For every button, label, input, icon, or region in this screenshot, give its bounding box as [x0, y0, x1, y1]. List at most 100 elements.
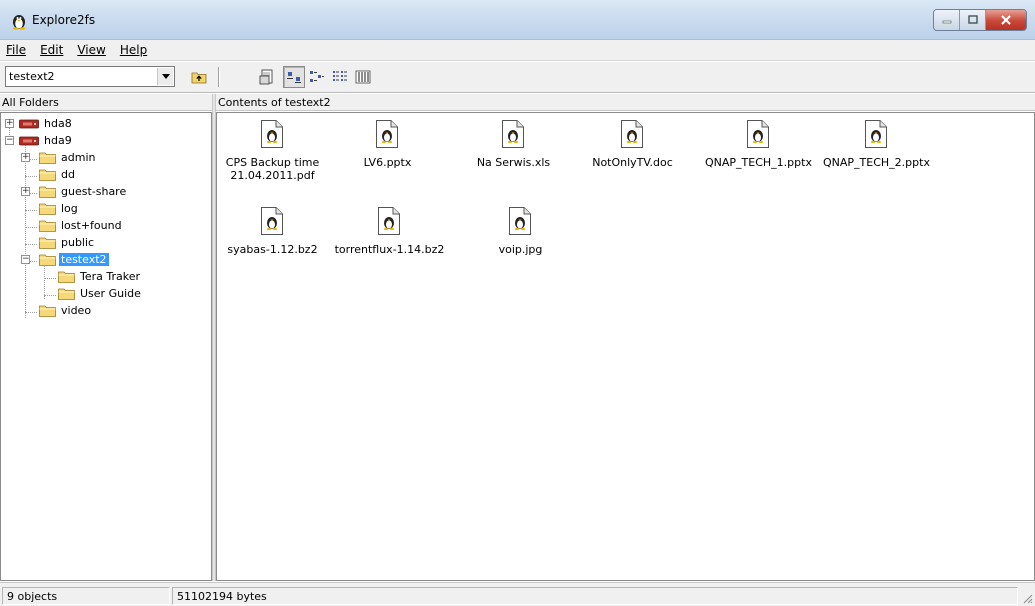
linux-penguin-file-icon — [865, 120, 887, 148]
linux-penguin-file-icon — [378, 207, 400, 235]
open-folder-icon — [39, 254, 56, 266]
tree-item-label: hda9 — [44, 134, 72, 147]
menu-view[interactable]: View — [77, 43, 105, 57]
path-combobox-value: testext2 — [9, 70, 55, 83]
folder-icon — [39, 152, 56, 164]
disk-icon — [19, 136, 39, 145]
up-folder-button[interactable] — [188, 66, 210, 88]
small-icons-view-icon — [310, 71, 324, 82]
file-item[interactable]: syabas-1.12.bz2 — [217, 203, 330, 287]
linux-penguin-file-icon — [261, 207, 283, 235]
tree-item-user-guide[interactable]: User Guide — [40, 285, 143, 302]
tree-item-label: admin — [61, 151, 96, 164]
tree-item-testext2[interactable]: − testext2 — [21, 251, 110, 268]
properties-icon — [259, 69, 273, 85]
file-item[interactable]: QNAP_TECH_1.pptx — [701, 116, 816, 200]
close-button[interactable] — [986, 10, 1026, 30]
tree-item-lost-found[interactable]: lost+found — [21, 217, 124, 234]
tree-item-label: Tera Traker — [80, 270, 141, 283]
resize-grip-icon[interactable] — [1021, 592, 1033, 604]
linux-penguin-file-icon — [509, 207, 531, 235]
tree-item-hda9[interactable]: − hda9 — [5, 132, 74, 149]
large-icons-view-icon — [287, 72, 301, 83]
toolbar-separator — [218, 67, 220, 87]
tree-item-tera-traker[interactable]: Tera Traker — [40, 268, 142, 285]
folders-pane-header: All Folders — [0, 94, 212, 111]
title-bar[interactable]: Explore2fs — [0, 0, 1035, 40]
file-name: voip.jpg — [498, 243, 543, 256]
tree-item-label: User Guide — [80, 287, 141, 300]
folder-icon — [39, 220, 56, 232]
folder-icon — [39, 237, 56, 249]
tree-item-label: guest-share — [61, 185, 127, 198]
object-count: 9 objects — [2, 587, 170, 605]
menu-file[interactable]: File — [6, 43, 26, 57]
tree-item-label: log — [61, 202, 78, 215]
disk-icon — [19, 119, 39, 128]
linux-penguin-file-icon — [621, 120, 643, 148]
large-icons-view-button[interactable] — [283, 66, 305, 88]
collapse-icon[interactable]: − — [5, 136, 14, 145]
combo-dropdown-button[interactable] — [157, 68, 173, 85]
linux-penguin-file-icon — [747, 120, 769, 148]
folder-icon — [39, 169, 56, 181]
tree-item-video[interactable]: video — [21, 302, 93, 319]
folder-icon — [58, 271, 75, 283]
file-name: QNAP_TECH_2.pptx — [823, 156, 930, 169]
folder-icon — [39, 305, 56, 317]
folder-tree[interactable]: + hda8 − hda9 + admin dd + guest-share l… — [0, 112, 212, 581]
collapse-icon[interactable]: − — [21, 255, 30, 264]
tree-item-log[interactable]: log — [21, 200, 80, 217]
tree-item-label: testext2 — [58, 252, 110, 267]
minimize-button[interactable] — [934, 10, 960, 30]
linux-penguin-file-icon — [261, 120, 283, 148]
expand-icon[interactable]: + — [5, 119, 14, 128]
details-view-button[interactable] — [352, 66, 374, 88]
tree-item-admin[interactable]: + admin — [21, 149, 97, 166]
tree-item-hda8[interactable]: + hda8 — [5, 115, 74, 132]
contents-pane-header: Contents of testext2 — [216, 94, 1035, 111]
tree-item-dd[interactable]: dd — [21, 166, 77, 183]
tree-item-label: video — [61, 304, 92, 317]
folder-icon — [58, 288, 75, 300]
window-controls — [933, 9, 1027, 31]
tree-item-label: hda8 — [44, 117, 72, 130]
folder-icon — [39, 186, 56, 198]
expand-icon[interactable]: + — [21, 153, 30, 162]
toolbar: testext2 — [0, 62, 1035, 93]
chevron-down-icon — [161, 74, 170, 79]
menu-edit[interactable]: Edit — [40, 43, 63, 57]
tree-item-public[interactable]: public — [21, 234, 96, 251]
file-item[interactable]: torrentflux-1.14.bz2 — [332, 203, 447, 287]
file-item[interactable]: CPS Backup time 21.04.2011.pdf — [217, 116, 330, 200]
status-bar: 9 objects 51102194 bytes — [0, 582, 1035, 606]
file-list[interactable]: CPS Backup time 21.04.2011.pdf LV6.pptx … — [216, 112, 1035, 581]
file-item[interactable]: QNAP_TECH_2.pptx — [819, 116, 934, 200]
list-view-icon — [333, 71, 347, 81]
total-bytes: 51102194 bytes — [172, 587, 1018, 605]
file-name: torrentflux-1.14.bz2 — [334, 243, 445, 256]
small-icons-view-button[interactable] — [306, 66, 328, 88]
properties-button[interactable] — [256, 66, 278, 88]
expand-icon[interactable]: + — [21, 187, 30, 196]
file-item[interactable]: voip.jpg — [463, 203, 578, 287]
file-item[interactable]: Na Serwis.xls — [456, 116, 571, 200]
folder-icon — [39, 203, 56, 215]
minimize-icon — [942, 20, 951, 24]
tree-item-label: dd — [61, 168, 75, 181]
file-name: CPS Backup time 21.04.2011.pdf — [225, 156, 320, 182]
penguin-app-icon — [12, 15, 26, 30]
tree-item-guest-share[interactable]: + guest-share — [21, 183, 128, 200]
maximize-button[interactable] — [960, 10, 986, 30]
menu-help[interactable]: Help — [120, 43, 147, 57]
file-item[interactable]: LV6.pptx — [330, 116, 445, 200]
file-item[interactable]: NotOnlyTV.doc — [575, 116, 690, 200]
maximize-icon — [967, 15, 978, 24]
list-view-button[interactable] — [329, 66, 351, 88]
linux-penguin-file-icon — [502, 120, 524, 148]
file-name: LV6.pptx — [363, 156, 412, 169]
tree-item-label: lost+found — [61, 219, 122, 232]
path-combobox[interactable]: testext2 — [5, 66, 175, 87]
menu-bar: File Edit View Help — [0, 40, 1035, 61]
file-name: Na Serwis.xls — [476, 156, 551, 169]
